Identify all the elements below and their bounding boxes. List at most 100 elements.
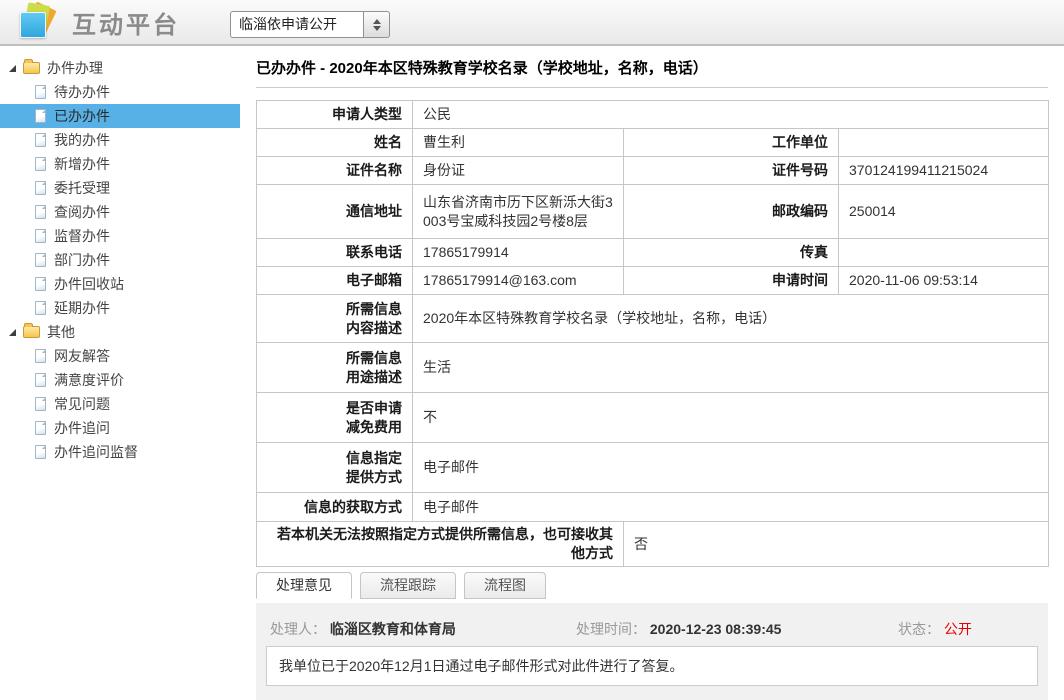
status-badge: 公开	[944, 621, 972, 637]
table-row: 所需信息 内容描述 2020年本区特殊教育学校名录（学校地址，名称，电话）	[257, 295, 1049, 343]
field-label: 证件名称	[257, 157, 413, 185]
sidebar-item-new-case[interactable]: 新增办件	[0, 152, 240, 176]
result-tabs: 处理意见 流程跟踪 流程图	[256, 572, 1048, 599]
field-value: 不	[413, 393, 1049, 443]
field-label: 申请时间	[624, 267, 839, 295]
page-icon	[35, 157, 46, 171]
table-row: 申请人类型 公民	[257, 101, 1049, 129]
sidebar-item-department-cases[interactable]: 部门办件	[0, 248, 240, 272]
sidebar-item-done-cases[interactable]: 已办办件	[0, 104, 240, 128]
page-icon	[35, 397, 46, 411]
field-value: 曹生利	[413, 129, 624, 157]
sidebar-group-other[interactable]: 其他	[0, 320, 240, 344]
field-label: 联系电话	[257, 239, 413, 267]
field-value	[839, 239, 1049, 267]
sidebar-group-case-handling[interactable]: 办件办理	[0, 56, 240, 80]
table-row: 信息指定 提供方式 电子邮件	[257, 443, 1049, 493]
sidebar-item-case-followup[interactable]: 办件追问	[0, 416, 240, 440]
table-row: 证件名称 身份证 证件号码 370124199411215024	[257, 157, 1049, 185]
field-label: 电子邮箱	[257, 267, 413, 295]
reply-message: 我单位已于2020年12月1日通过电子邮件形式对此件进行了答复。	[266, 646, 1038, 686]
sidebar-item-faq[interactable]: 常见问题	[0, 392, 240, 416]
field-label: 信息指定 提供方式	[257, 443, 413, 493]
page-icon	[35, 133, 46, 147]
table-row: 信息的获取方式 电子邮件	[257, 493, 1049, 522]
field-value: 身份证	[413, 157, 624, 185]
page-icon	[35, 181, 46, 195]
field-value: 生活	[413, 343, 1049, 393]
field-value: 2020年本区特殊教育学校名录（学校地址，名称，电话）	[413, 295, 1049, 343]
field-value: 17865179914@163.com	[413, 267, 624, 295]
tab-flowchart[interactable]: 流程图	[464, 572, 546, 599]
page-icon	[35, 445, 46, 459]
page-icon	[35, 421, 46, 435]
handle-time-label: 处理时间：	[576, 621, 646, 637]
status-group: 状态： 公开	[898, 619, 972, 639]
app-logo-icon	[16, 3, 58, 41]
handle-time-value: 2020-12-23 08:39:45	[650, 621, 782, 637]
sidebar-item-entrusted-acceptance[interactable]: 委托受理	[0, 176, 240, 200]
page-icon	[35, 85, 46, 99]
page-icon	[35, 277, 46, 291]
app-title: 互动平台	[72, 5, 180, 40]
sidebar-item-review-cases[interactable]: 查阅办件	[0, 200, 240, 224]
handler-value: 临淄区教育和体育局	[330, 621, 456, 637]
page-icon	[35, 229, 46, 243]
field-label: 所需信息 用途描述	[257, 343, 413, 393]
sidebar-item-my-cases[interactable]: 我的办件	[0, 128, 240, 152]
handling-opinion-panel: 处理人： 临淄区教育和体育局 处理时间： 2020-12-23 08:39:45…	[256, 603, 1048, 700]
channel-select-value[interactable]: 临淄依申请公开	[230, 11, 363, 38]
table-row: 联系电话 17865179914 传真	[257, 239, 1049, 267]
field-value: 电子邮件	[413, 493, 1049, 522]
field-value: 山东省济南市历下区新泺大街3003号宝威科技园2号楼8层	[413, 185, 624, 239]
sidebar-item-delayed-cases[interactable]: 延期办件	[0, 296, 240, 320]
table-row: 所需信息 用途描述 生活	[257, 343, 1049, 393]
field-label: 若本机关无法按照指定方式提供所需信息，也可接收其他方式	[257, 522, 624, 567]
field-label: 传真	[624, 239, 839, 267]
main-content: 已办办件 - 2020年本区特殊教育学校名录（学校地址，名称，电话） 申请人类型…	[240, 48, 1064, 700]
field-value: 公民	[413, 101, 1049, 129]
folder-icon	[23, 62, 40, 74]
channel-select[interactable]: 临淄依申请公开	[230, 11, 390, 38]
handle-time-group: 处理时间： 2020-12-23 08:39:45	[576, 619, 781, 639]
field-value	[839, 129, 1049, 157]
expand-triangle-icon[interactable]	[9, 329, 16, 336]
field-value: 2020-11-06 09:53:14	[839, 267, 1049, 295]
field-value: 17865179914	[413, 239, 624, 267]
application-detail-table: 申请人类型 公民 姓名 曹生利 工作单位 证件名称 身份证 证件号码 37012…	[256, 100, 1049, 567]
field-value: 否	[624, 522, 1049, 567]
field-label: 姓名	[257, 129, 413, 157]
table-row: 通信地址 山东省济南市历下区新泺大街3003号宝威科技园2号楼8层 邮政编码 2…	[257, 185, 1049, 239]
sidebar-item-netizen-answers[interactable]: 网友解答	[0, 344, 240, 368]
field-label: 通信地址	[257, 185, 413, 239]
handler-label: 处理人：	[270, 621, 326, 637]
field-label: 所需信息 内容描述	[257, 295, 413, 343]
page-icon	[35, 109, 46, 123]
sidebar-item-case-followup-supervision[interactable]: 办件追问监督	[0, 440, 240, 464]
page-icon	[35, 349, 46, 363]
handler-group: 处理人： 临淄区教育和体育局	[270, 619, 456, 639]
expand-triangle-icon[interactable]	[9, 65, 16, 72]
field-label: 工作单位	[624, 129, 839, 157]
tab-process-tracking[interactable]: 流程跟踪	[360, 572, 456, 599]
sidebar-tree: 办件办理 待办办件 已办办件 我的办件 新增办件 委托受理 查阅办件 监督办件 …	[0, 48, 240, 672]
folder-icon	[23, 326, 40, 338]
field-label: 信息的获取方式	[257, 493, 413, 522]
status-label: 状态：	[898, 621, 940, 637]
sidebar-item-pending-cases[interactable]: 待办办件	[0, 80, 240, 104]
table-row: 姓名 曹生利 工作单位	[257, 129, 1049, 157]
tab-handling-opinion[interactable]: 处理意见	[256, 572, 352, 599]
field-label: 申请人类型	[257, 101, 413, 129]
page-icon	[35, 253, 46, 267]
field-label: 证件号码	[624, 157, 839, 185]
field-value: 电子邮件	[413, 443, 1049, 493]
app-header: 互动平台 临淄依申请公开	[0, 0, 1064, 46]
field-value: 370124199411215024	[839, 157, 1049, 185]
table-row: 若本机关无法按照指定方式提供所需信息，也可接收其他方式 否	[257, 522, 1049, 567]
sidebar-item-case-recycle-bin[interactable]: 办件回收站	[0, 272, 240, 296]
sidebar-item-satisfaction-rating[interactable]: 满意度评价	[0, 368, 240, 392]
select-spinner-icon[interactable]	[363, 11, 390, 38]
field-label: 邮政编码	[624, 185, 839, 239]
table-row: 电子邮箱 17865179914@163.com 申请时间 2020-11-06…	[257, 267, 1049, 295]
sidebar-item-supervise-cases[interactable]: 监督办件	[0, 224, 240, 248]
